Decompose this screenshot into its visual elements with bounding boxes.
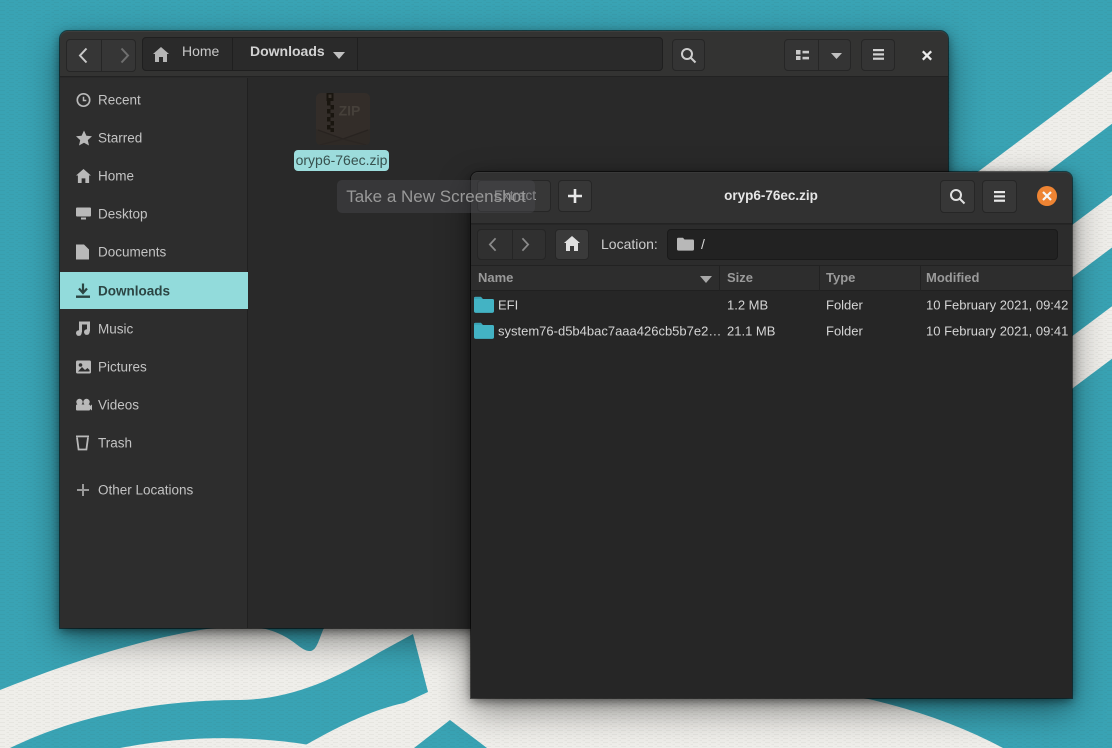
svg-text:ZIP: ZIP [339,103,361,119]
